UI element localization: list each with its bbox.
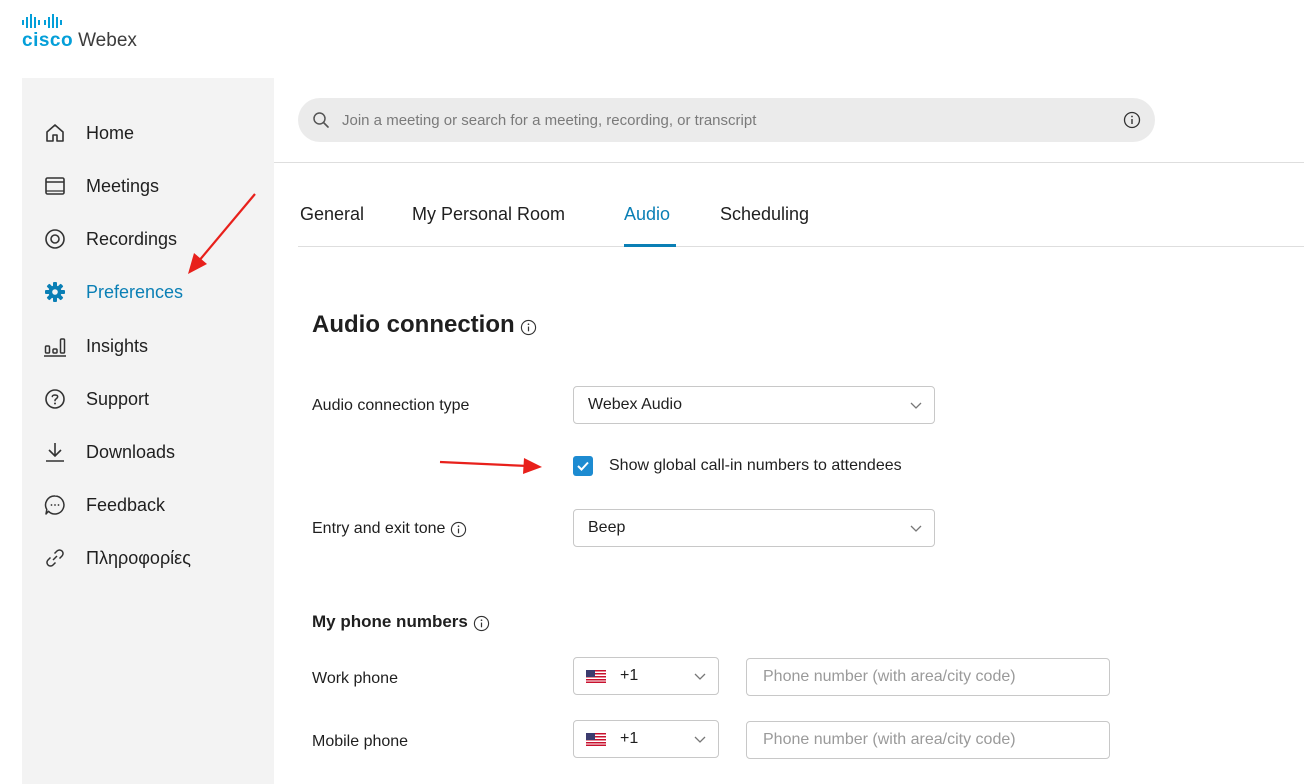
info-icon[interactable]: [1123, 111, 1141, 129]
feedback-icon: [44, 494, 66, 516]
audio-connection-heading: Audio connection: [312, 311, 537, 339]
sidebar-item-label: Home: [86, 122, 135, 143]
chevron-down-icon: [910, 402, 922, 409]
insights-icon: [44, 335, 66, 357]
cisco-bars-icon: [22, 14, 62, 28]
audio-connection-type-select[interactable]: Webex Audio: [573, 386, 935, 424]
sidebar-item-home[interactable]: Home: [44, 118, 134, 148]
sidebar-item-preferences[interactable]: Preferences: [44, 277, 183, 307]
select-value: Webex Audio: [588, 396, 682, 413]
sidebar-item-label: Meetings: [86, 175, 160, 196]
cisco-wordmark: cisco: [22, 30, 74, 51]
mobile-phone-country-select[interactable]: +1: [573, 720, 719, 758]
section-title-text: Audio connection: [312, 311, 515, 338]
link-icon: [44, 547, 66, 569]
sidebar-item-label: Recordings: [86, 228, 178, 249]
sidebar-item-feedback[interactable]: Feedback: [44, 490, 165, 520]
help-icon: [44, 388, 66, 410]
section-title-text: My phone numbers: [312, 612, 468, 631]
chevron-down-icon: [694, 736, 706, 743]
audio-connection-type-label: Audio connection type: [312, 397, 469, 415]
search-input[interactable]: [342, 111, 1082, 129]
work-phone-label: Work phone: [312, 670, 398, 688]
sidebar-item-label: Support: [86, 388, 150, 409]
annotation-arrow-checkbox: [439, 458, 542, 474]
tab-audio[interactable]: Audio: [624, 204, 670, 225]
tab-scheduling[interactable]: Scheduling: [720, 204, 809, 225]
chevron-down-icon: [694, 673, 706, 680]
sidebar-item-support[interactable]: Support: [44, 384, 149, 414]
checkmark-icon: [577, 461, 589, 471]
country-code: +1: [620, 667, 639, 684]
sidebar-item-info[interactable]: Πληροφορίες: [44, 543, 191, 573]
tabs-divider: [298, 246, 1304, 247]
sidebar-item-label: Insights: [86, 335, 149, 356]
search-bar[interactable]: [298, 98, 1155, 142]
header-divider: [274, 162, 1304, 163]
sidebar-item-label: Feedback: [86, 494, 166, 515]
sidebar-item-label: Πληροφορίες: [86, 547, 191, 568]
show-global-callin-checkbox[interactable]: [573, 456, 593, 476]
mobile-phone-input[interactable]: [746, 721, 1110, 759]
tab-general[interactable]: General: [300, 204, 364, 225]
info-icon[interactable]: [473, 615, 490, 632]
us-flag-icon: [586, 669, 606, 683]
label-text: Mobile phone: [312, 733, 409, 750]
label-text: Audio connection type: [312, 397, 470, 414]
us-flag-icon: [586, 732, 606, 746]
label-text: Work phone: [312, 670, 398, 687]
tab-my-personal-room[interactable]: My Personal Room: [412, 204, 565, 225]
work-phone-input[interactable]: [746, 658, 1110, 696]
download-icon: [44, 441, 66, 463]
my-phone-numbers-heading: My phone numbers: [312, 612, 490, 632]
sidebar: Home Meetings Recordings Preferences Ins…: [22, 78, 274, 784]
sidebar-item-insights[interactable]: Insights: [44, 331, 148, 361]
select-value: Beep: [588, 519, 626, 536]
work-phone-country-select[interactable]: +1: [573, 657, 719, 695]
webex-wordmark: Webex: [78, 30, 137, 51]
gear-icon: [44, 281, 66, 303]
chevron-down-icon: [910, 525, 922, 532]
label-text: Entry and exit tone: [312, 520, 446, 537]
mobile-phone-label: Mobile phone: [312, 733, 408, 751]
active-tab-indicator: [624, 244, 676, 247]
checkbox-label: Show global call-in numbers to attendees: [609, 457, 902, 474]
country-code: +1: [620, 730, 639, 747]
sidebar-item-recordings[interactable]: Recordings: [44, 224, 177, 254]
webex-preferences-page: cisco Webex Home Meetings Recordings Pre…: [0, 0, 1304, 784]
show-global-callin-checkbox-row[interactable]: Show global call-in numbers to attendees: [573, 456, 902, 476]
info-icon[interactable]: [450, 521, 467, 538]
search-icon: [313, 112, 329, 128]
sidebar-item-label: Downloads: [86, 441, 176, 462]
recordings-icon: [44, 228, 66, 250]
cisco-webex-logo: cisco Webex: [22, 14, 137, 51]
info-icon[interactable]: [520, 319, 537, 336]
sidebar-item-label: Preferences: [86, 281, 184, 302]
sidebar-item-downloads[interactable]: Downloads: [44, 437, 175, 467]
entry-exit-tone-label: Entry and exit tone: [312, 520, 467, 538]
home-icon: [44, 122, 66, 144]
entry-exit-tone-select[interactable]: Beep: [573, 509, 935, 547]
calendar-icon: [44, 175, 66, 197]
sidebar-item-meetings[interactable]: Meetings: [44, 171, 159, 201]
